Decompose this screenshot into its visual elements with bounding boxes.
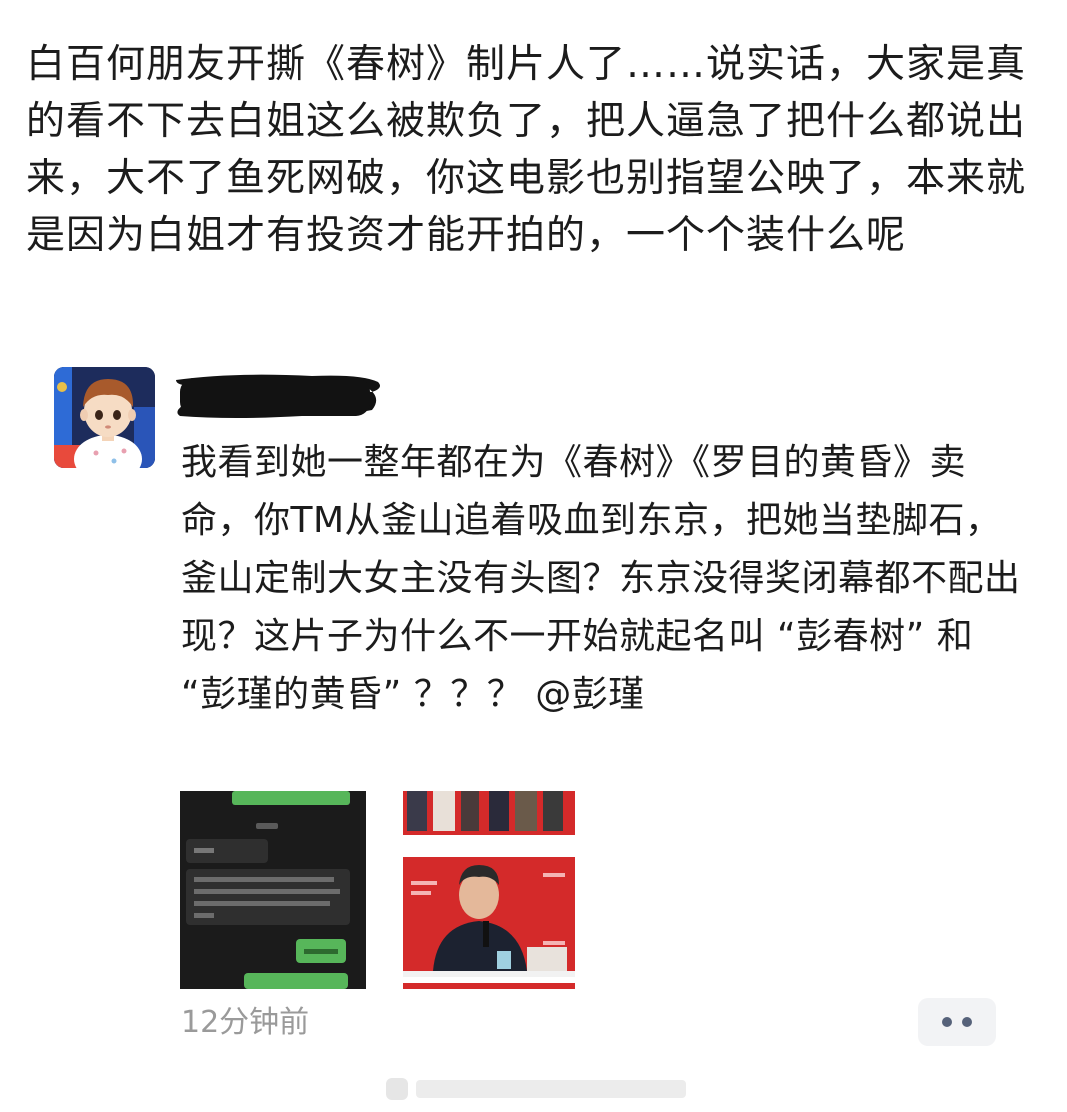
- redacted-username: [172, 372, 384, 422]
- more-options-button[interactable]: [918, 998, 996, 1046]
- mention-link[interactable]: @彭瑾: [535, 674, 645, 715]
- platform-watermark: [386, 1076, 686, 1102]
- more-dot-icon: [962, 1017, 972, 1027]
- comment-image-chat-screenshot[interactable]: [180, 791, 378, 989]
- commenter-avatar[interactable]: [54, 367, 155, 468]
- comment-text: 我看到她一整年都在为《春树》《罗目的黄昏》卖命，你TM从釜山追着吸血到东京，把她…: [181, 434, 1026, 724]
- post-text: 白百何朋友开撕《春树》制片人了……说实话，大家是真的看不下去白姐这么被欺负了，把…: [26, 42, 1027, 258]
- more-dot-icon: [942, 1017, 952, 1027]
- avatar-child-illustration: [54, 367, 155, 468]
- comment-timestamp: 12分钟前: [181, 1005, 310, 1040]
- comment-image-press-photo[interactable]: [403, 791, 577, 989]
